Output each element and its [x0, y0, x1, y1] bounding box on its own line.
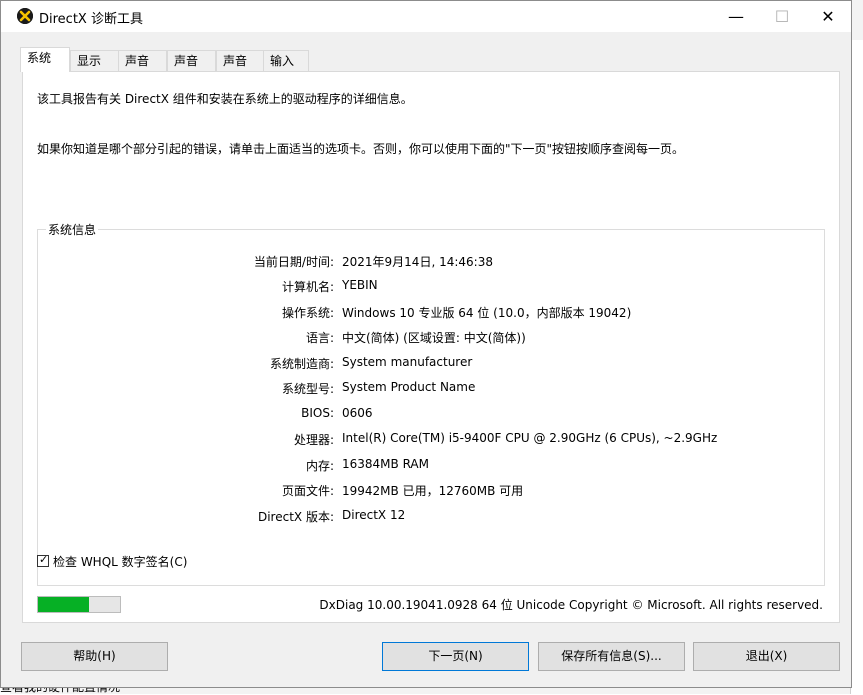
save-all-info-button[interactable]: 保存所有信息(S)...	[538, 642, 685, 671]
info-value: YEBIN	[342, 278, 378, 292]
info-row-datetime: 当前日期/时间: 2021年9月14日, 14:46:38	[38, 253, 826, 273]
info-row-memory: 内存: 16384MB RAM	[38, 457, 826, 477]
info-label: 系统制造商:	[270, 355, 334, 372]
tab-sound-1[interactable]: 声音 1	[118, 50, 167, 71]
info-label: 当前日期/时间:	[254, 253, 334, 270]
version-copyright: DxDiag 10.00.19041.0928 64 位 Unicode Cop…	[319, 596, 823, 613]
info-value: 16384MB RAM	[342, 457, 429, 471]
info-value: 2021年9月14日, 14:46:38	[342, 253, 493, 270]
close-button[interactable]: ✕	[805, 1, 851, 32]
info-value: Windows 10 专业版 64 位 (10.0，内部版本 19042)	[342, 304, 631, 321]
info-row-computer-name: 计算机名: YEBIN	[38, 278, 826, 298]
info-label: 页面文件:	[282, 482, 334, 499]
info-row-directx-version: DirectX 版本: DirectX 12	[38, 508, 826, 528]
info-row-processor: 处理器: Intel(R) Core(TM) i5-9400F CPU @ 2.…	[38, 431, 826, 451]
system-info-title: 系统信息	[46, 221, 98, 238]
info-value: 中文(简体) (区域设置: 中文(简体))	[342, 329, 526, 346]
info-label: BIOS:	[301, 406, 334, 420]
info-label: 系统型号:	[282, 380, 334, 397]
info-row-os: 操作系统: Windows 10 专业版 64 位 (10.0，内部版本 190…	[38, 304, 826, 324]
system-info-group: 系统信息 当前日期/时间: 2021年9月14日, 14:46:38 计算机名:…	[37, 229, 825, 586]
info-value: 0606	[342, 406, 373, 420]
info-value: 19942MB 已用，12760MB 可用	[342, 482, 523, 499]
maximize-button[interactable]: ☐	[759, 1, 805, 32]
info-value: DirectX 12	[342, 508, 405, 522]
next-page-button[interactable]: 下一页(N)	[382, 642, 529, 671]
info-row-page-file: 页面文件: 19942MB 已用，12760MB 可用	[38, 482, 826, 502]
progress-bar	[37, 596, 121, 613]
system-tab-panel: 该工具报告有关 DirectX 组件和安装在系统上的驱动程序的详细信息。 如果你…	[22, 71, 840, 623]
intro-text: 该工具报告有关 DirectX 组件和安装在系统上的驱动程序的详细信息。	[37, 90, 413, 107]
info-row-language: 语言: 中文(简体) (区域设置: 中文(简体))	[38, 329, 826, 349]
whql-checkbox[interactable]: ✓	[37, 555, 49, 567]
help-button[interactable]: 帮助(H)	[21, 642, 168, 671]
tab-system[interactable]: 系统	[20, 47, 70, 72]
checkmark-icon: ✓	[39, 553, 48, 566]
tab-input[interactable]: 输入	[263, 50, 309, 71]
info-value: System manufacturer	[342, 355, 472, 369]
info-value: System Product Name	[342, 380, 475, 394]
progress-fill	[38, 597, 89, 612]
info-label: 操作系统:	[282, 304, 334, 321]
whql-label[interactable]: 检查 WHQL 数字签名(C)	[53, 553, 187, 570]
exit-button[interactable]: 退出(X)	[693, 642, 840, 671]
info-label: 处理器:	[294, 431, 334, 448]
tab-sound-3[interactable]: 声音 3	[216, 50, 264, 71]
info-label: 语言:	[306, 329, 334, 346]
window-title: DirectX 诊断工具	[39, 8, 143, 27]
info-row-model: 系统型号: System Product Name	[38, 380, 826, 400]
info-value: Intel(R) Core(TM) i5-9400F CPU @ 2.90GHz…	[342, 431, 717, 445]
minimize-button[interactable]: —	[713, 1, 759, 32]
info-row-manufacturer: 系统制造商: System manufacturer	[38, 355, 826, 375]
info-row-bios: BIOS: 0606	[38, 406, 826, 426]
info-label: DirectX 版本:	[258, 508, 334, 525]
info-label: 计算机名:	[282, 278, 334, 295]
tab-display[interactable]: 显示	[70, 50, 119, 71]
dxdiag-window: DirectX 诊断工具 — ☐ ✕ 系统 显示 声音 1 声音 2 声音 3 …	[0, 0, 852, 688]
intro-instructions: 如果你知道是哪个部分引起的错误，请单击上面适当的选项卡。否则，你可以使用下面的"…	[37, 140, 684, 157]
info-label: 内存:	[306, 457, 334, 474]
title-bar[interactable]: DirectX 诊断工具 — ☐ ✕	[1, 1, 851, 32]
tab-sound-2[interactable]: 声音 2	[167, 50, 216, 71]
directx-icon	[17, 8, 33, 24]
